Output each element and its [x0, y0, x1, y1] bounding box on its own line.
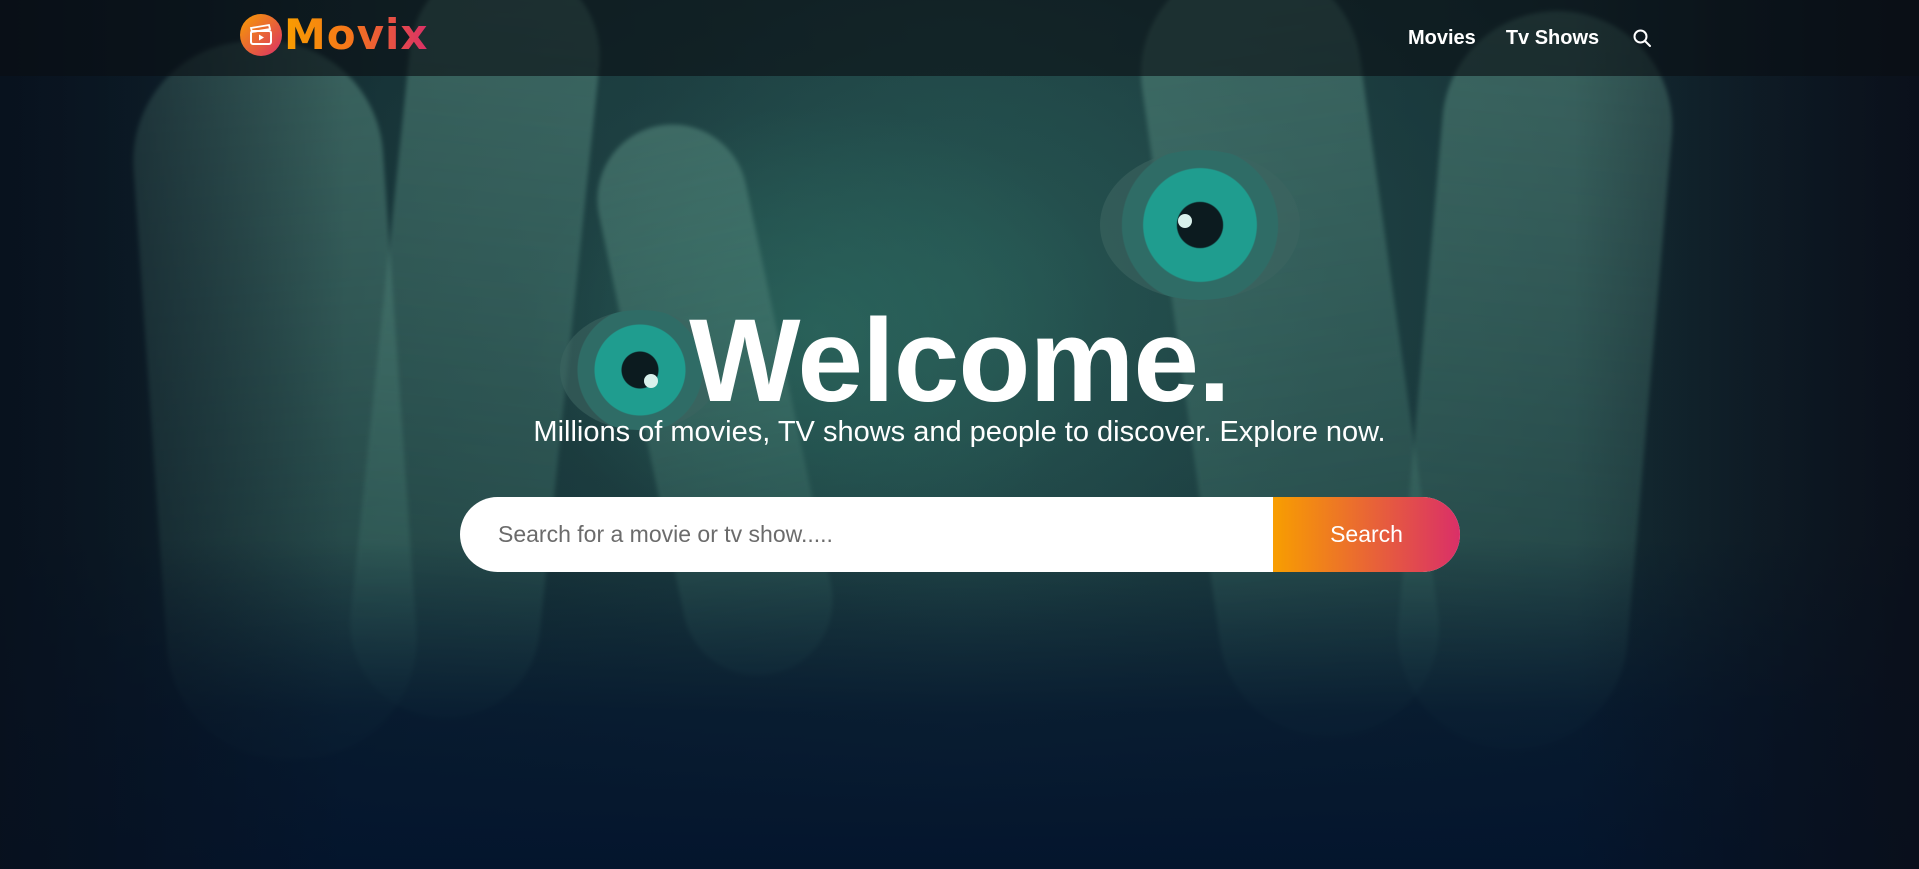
top-header: Movix Movies Tv Shows [0, 0, 1919, 76]
clapperboard-icon [249, 23, 272, 45]
hero-title: Welcome. [689, 295, 1231, 427]
main-nav: Movies Tv Shows [1408, 24, 1653, 52]
search-button[interactable]: Search [1273, 497, 1460, 572]
search-icon[interactable] [1631, 27, 1653, 49]
hero-subtitle: Millions of movies, TV shows and people … [533, 416, 1386, 448]
nav-movies[interactable]: Movies [1408, 24, 1476, 52]
page: Movix Movies Tv Shows Welcome. Millions … [0, 0, 1919, 869]
logo[interactable]: Movix [240, 14, 429, 56]
search-input[interactable] [460, 497, 1273, 572]
logo-icon [240, 14, 282, 56]
nav-tv-shows[interactable]: Tv Shows [1506, 24, 1599, 52]
search-bar: Search [460, 497, 1460, 572]
logo-text: Movix [284, 10, 429, 59]
